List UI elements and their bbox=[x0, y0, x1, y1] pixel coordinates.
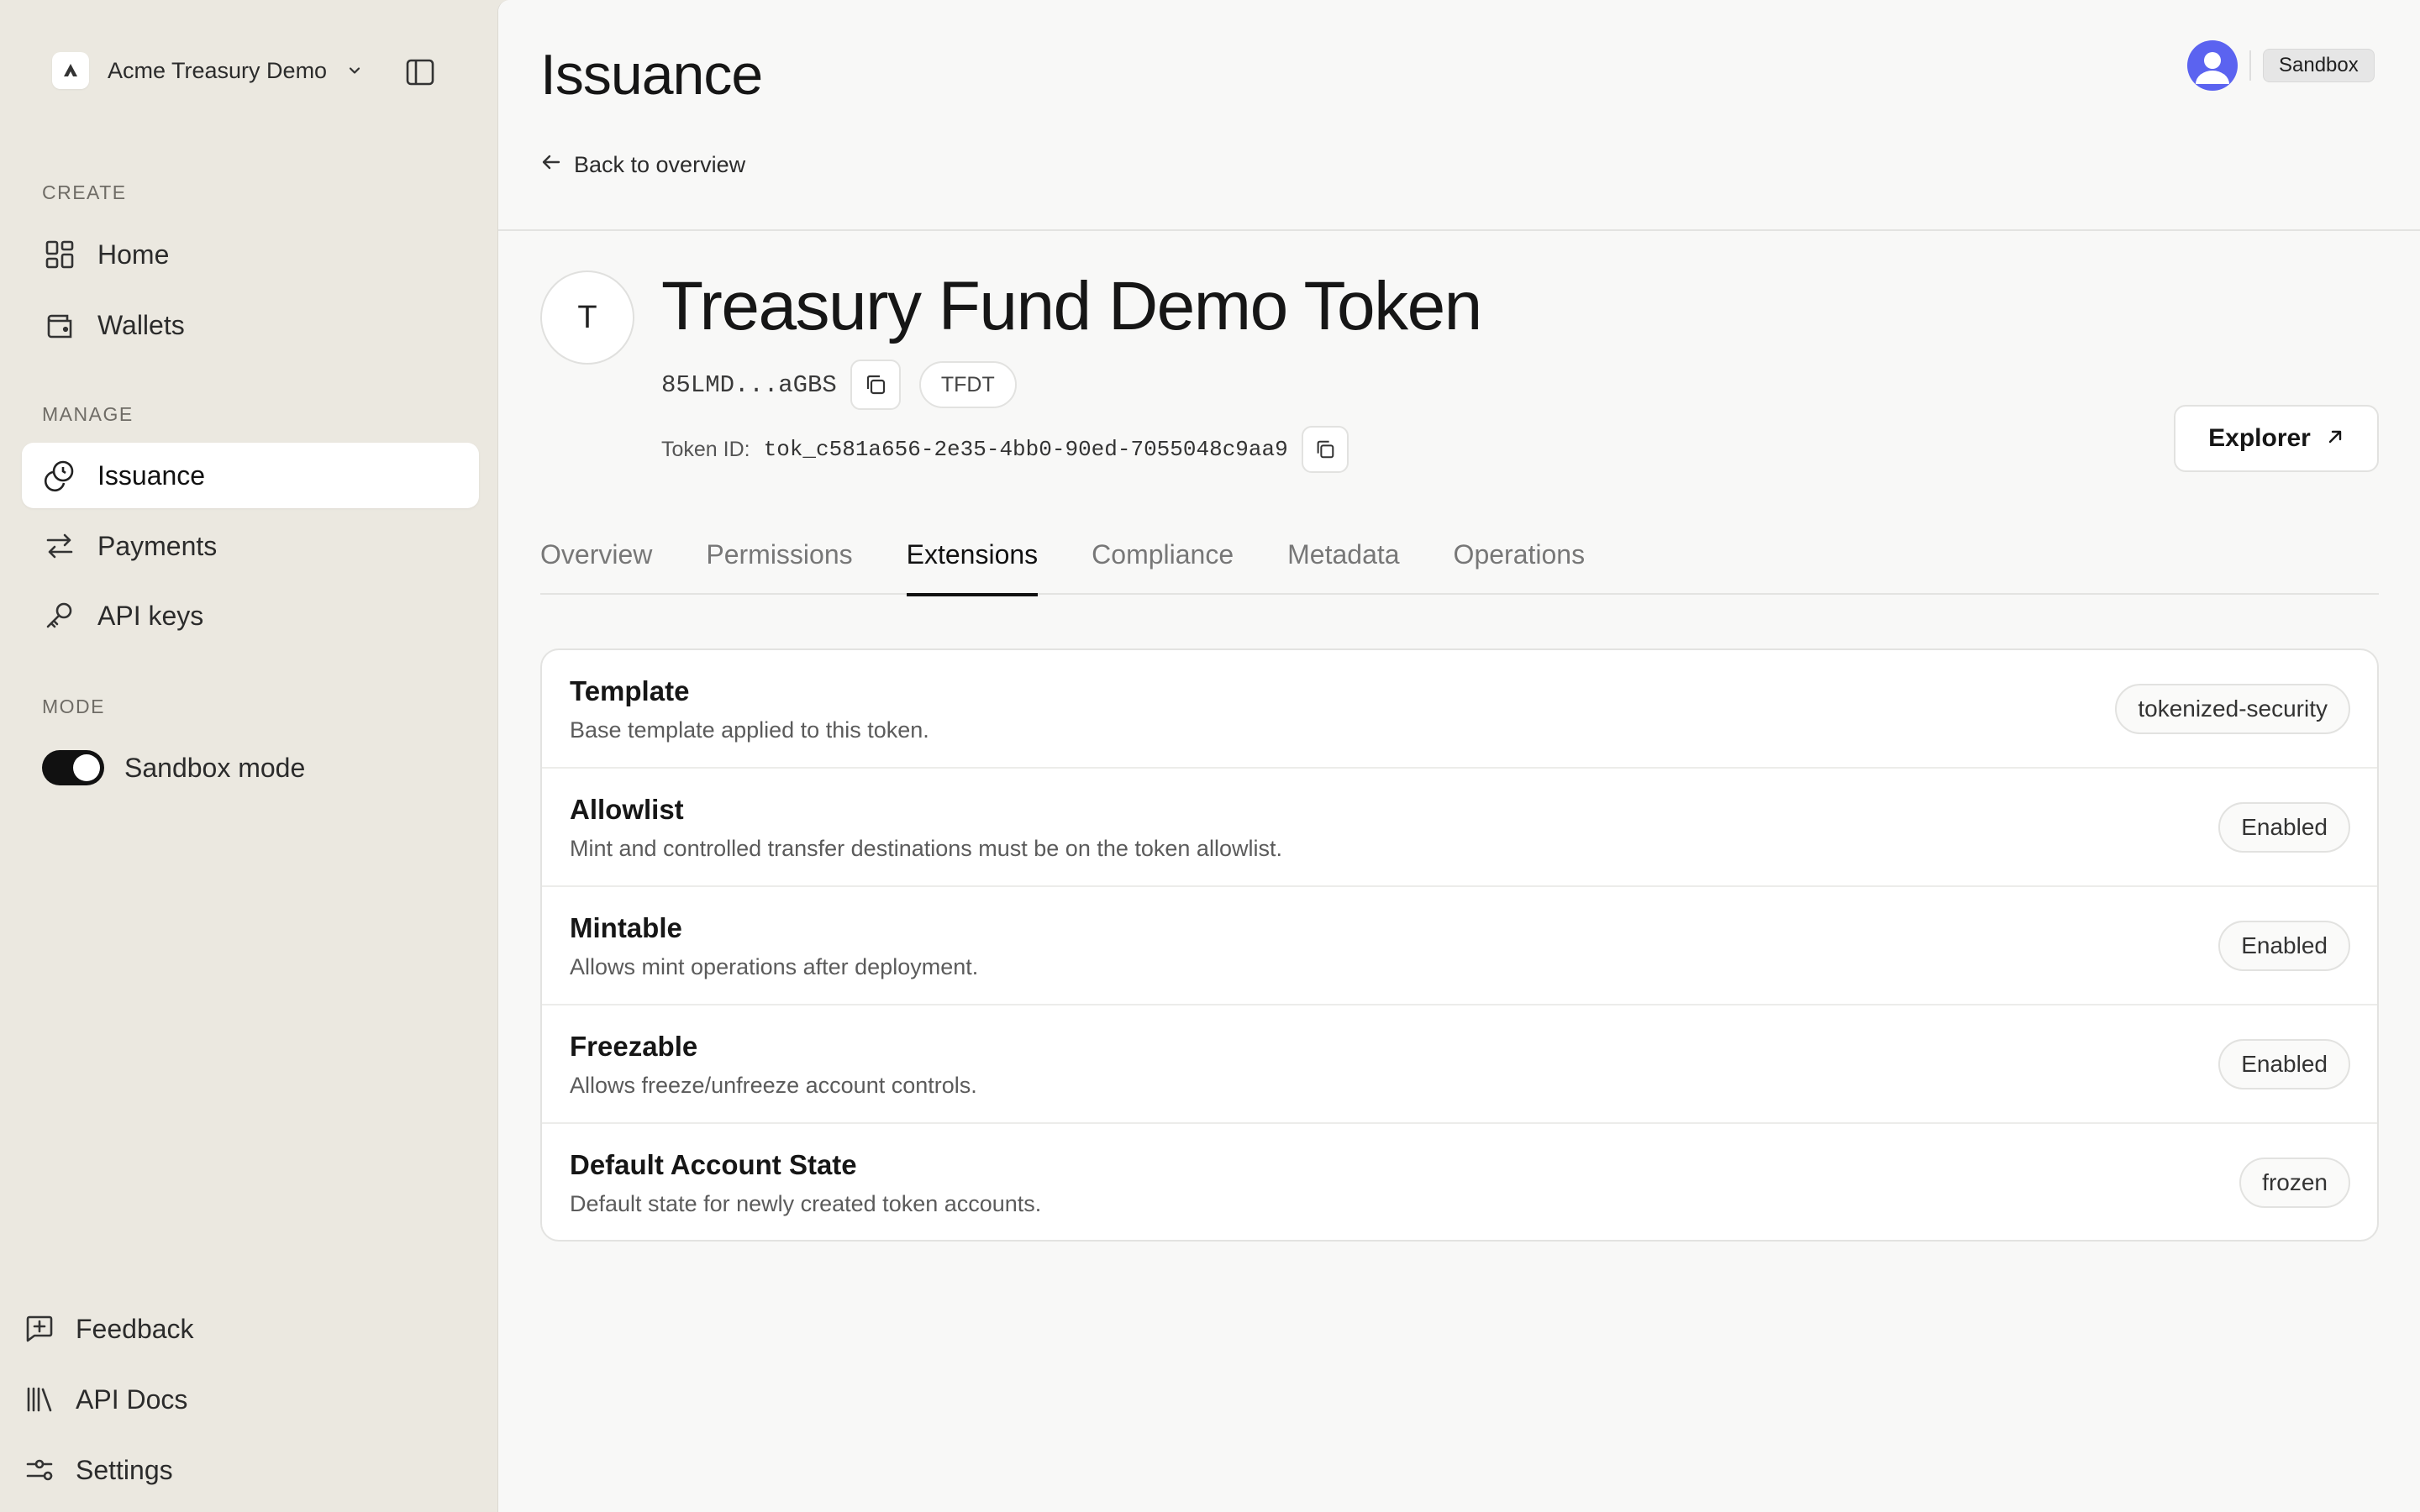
tab-operations[interactable]: Operations bbox=[1454, 514, 1586, 595]
extension-value-badge: Enabled bbox=[2218, 921, 2350, 971]
sidebar-item-label: Settings bbox=[76, 1454, 173, 1485]
sidebar-item-api-keys[interactable]: API keys bbox=[22, 583, 479, 648]
org-logo-icon bbox=[64, 64, 77, 76]
arrow-left-icon bbox=[540, 151, 562, 179]
token-id-label: Token ID: bbox=[661, 437, 750, 461]
explorer-button[interactable]: Explorer bbox=[2174, 405, 2379, 472]
extension-row-mintable: Mintable Allows mint operations after de… bbox=[542, 887, 2377, 1005]
back-to-overview-link[interactable]: Back to overview bbox=[540, 151, 745, 179]
sidebar-item-issuance[interactable]: Issuance bbox=[22, 443, 479, 508]
sidebar: Acme Treasury Demo CREATE Home Wallets M… bbox=[0, 0, 497, 1512]
extension-title: Freezable bbox=[570, 1031, 698, 1062]
extension-row-default-account-state: Default Account State Default state for … bbox=[542, 1124, 2377, 1240]
extension-value-badge: Enabled bbox=[2218, 1039, 2350, 1089]
section-label-manage: MANAGE bbox=[42, 403, 134, 425]
sidebar-item-label: Wallets bbox=[97, 309, 185, 340]
arrows-left-right-icon bbox=[42, 528, 77, 564]
tab-extensions[interactable]: Extensions bbox=[906, 514, 1038, 596]
token-avatar: T bbox=[540, 270, 634, 365]
extension-description: Default state for newly created token ac… bbox=[570, 1191, 1042, 1216]
copy-address-button[interactable] bbox=[850, 360, 901, 410]
sandbox-mode-toggle[interactable]: Sandbox mode bbox=[42, 746, 305, 790]
sidebar-item-label: API keys bbox=[97, 600, 204, 631]
token-address-row: 85LMD...aGBS TFDT bbox=[661, 360, 1017, 410]
extension-description: Allows mint operations after deployment. bbox=[570, 954, 979, 979]
sidebar-item-label: API Docs bbox=[76, 1383, 188, 1415]
header-divider bbox=[2249, 50, 2251, 81]
extension-description: Mint and controlled transfer destination… bbox=[570, 836, 1282, 861]
copy-icon bbox=[1317, 440, 1334, 459]
sidebar-item-label: Feedback bbox=[76, 1313, 194, 1344]
key-icon bbox=[42, 598, 77, 633]
toggle-knob bbox=[73, 754, 100, 781]
org-logo bbox=[52, 52, 89, 89]
tab-compliance[interactable]: Compliance bbox=[1092, 514, 1234, 595]
page-title: Issuance bbox=[540, 43, 763, 107]
extension-value-badge: frozen bbox=[2239, 1158, 2350, 1208]
extension-description: Base template applied to this token. bbox=[570, 717, 929, 743]
page-header: Issuance Back to overview Sandbox bbox=[498, 0, 2420, 231]
sidebar-toggle-icon[interactable] bbox=[403, 55, 437, 89]
extension-title: Allowlist bbox=[570, 794, 684, 825]
sidebar-item-payments[interactable]: Payments bbox=[22, 513, 479, 579]
section-label-mode: MODE bbox=[42, 696, 105, 717]
explorer-label: Explorer bbox=[2208, 424, 2311, 452]
copy-icon bbox=[866, 375, 885, 395]
wallet-icon bbox=[42, 307, 77, 343]
org-switcher[interactable]: Acme Treasury Demo bbox=[52, 52, 364, 89]
sidebar-item-label: Home bbox=[97, 239, 170, 270]
extension-description: Allows freeze/unfreeze account controls. bbox=[570, 1073, 977, 1098]
library-icon bbox=[22, 1382, 57, 1417]
extension-title: Template bbox=[570, 675, 690, 706]
extension-value-badge: Enabled bbox=[2218, 802, 2350, 853]
extension-row-allowlist: Allowlist Mint and controlled transfer d… bbox=[542, 769, 2377, 887]
sliders-icon bbox=[22, 1452, 57, 1488]
main-panel: Issuance Back to overview Sandbox T Trea… bbox=[497, 0, 2420, 1512]
extension-row-template: Template Base template applied to this t… bbox=[542, 650, 2377, 769]
user-icon bbox=[2196, 52, 2229, 84]
sandbox-mode-label: Sandbox mode bbox=[124, 752, 306, 783]
token-id-value: tok_c581a656-2e35-4bb0-90ed-7055048c9aa9 bbox=[763, 437, 1288, 462]
sidebar-item-label: Payments bbox=[97, 530, 218, 561]
back-link-label: Back to overview bbox=[574, 152, 746, 177]
sidebar-item-label: Issuance bbox=[97, 459, 206, 491]
section-label-create: CREATE bbox=[42, 181, 127, 203]
token-id-row: Token ID: tok_c581a656-2e35-4bb0-90ed-70… bbox=[661, 425, 1349, 474]
tab-metadata[interactable]: Metadata bbox=[1287, 514, 1399, 595]
grid-icon bbox=[42, 237, 77, 272]
copy-token-id-button[interactable] bbox=[1301, 426, 1349, 473]
org-name: Acme Treasury Demo bbox=[108, 57, 328, 83]
chevron-down-icon bbox=[345, 61, 364, 80]
token-symbol-badge: TFDT bbox=[918, 361, 1017, 408]
extension-title: Mintable bbox=[570, 912, 682, 943]
app-window: Acme Treasury Demo CREATE Home Wallets M… bbox=[0, 0, 2420, 1512]
sidebar-item-feedback[interactable]: Feedback bbox=[22, 1302, 194, 1356]
token-name: Treasury Fund Demo Token bbox=[661, 268, 1482, 344]
toggle-switch[interactable] bbox=[42, 750, 104, 785]
tab-overview[interactable]: Overview bbox=[540, 514, 652, 595]
sidebar-item-wallets[interactable]: Wallets bbox=[22, 292, 479, 358]
extension-title: Default Account State bbox=[570, 1149, 857, 1180]
sidebar-item-settings[interactable]: Settings bbox=[22, 1443, 173, 1497]
extension-row-freezable: Freezable Allows freeze/unfreeze account… bbox=[542, 1005, 2377, 1124]
feedback-icon bbox=[22, 1311, 57, 1347]
token-tabs: Overview Permissions Extensions Complian… bbox=[540, 514, 2379, 596]
user-avatar[interactable] bbox=[2187, 40, 2238, 91]
environment-badge: Sandbox bbox=[2263, 49, 2375, 82]
sidebar-item-api-docs[interactable]: API Docs bbox=[22, 1373, 187, 1426]
extensions-card: Template Base template applied to this t… bbox=[540, 648, 2379, 1242]
coins-icon bbox=[42, 458, 77, 493]
tab-permissions[interactable]: Permissions bbox=[706, 514, 852, 595]
sidebar-item-home[interactable]: Home bbox=[22, 222, 479, 287]
token-address: 85LMD...aGBS bbox=[661, 370, 837, 399]
extension-value-badge: tokenized-security bbox=[2115, 684, 2350, 734]
arrow-up-right-icon bbox=[2326, 424, 2344, 453]
